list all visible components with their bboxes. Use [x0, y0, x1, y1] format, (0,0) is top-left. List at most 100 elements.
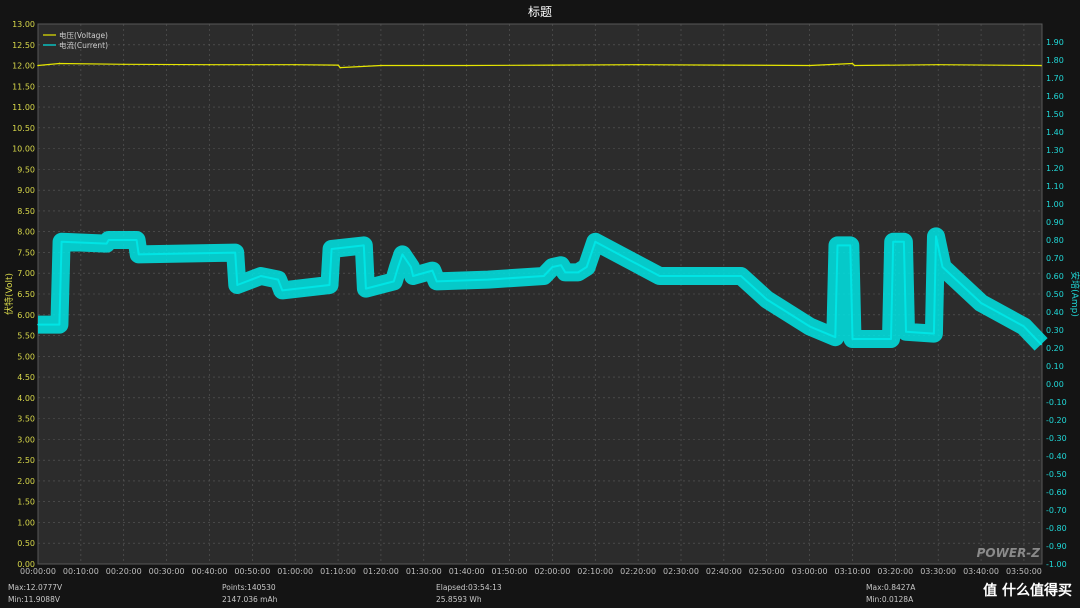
x-tick-label: 00:40:00 — [191, 567, 227, 576]
data-point-current — [58, 323, 61, 326]
y-tick-label: 8.50 — [17, 207, 35, 216]
y-tick-label: 7.50 — [17, 248, 35, 257]
y2-tick-label: -0.90 — [1046, 542, 1067, 551]
data-point-current — [560, 264, 562, 267]
x-tick-label: 03:30:00 — [920, 567, 956, 576]
y-tick-label: 13.00 — [12, 20, 35, 29]
y-tick-label: 0.50 — [17, 539, 35, 548]
y2-tick-label: 0.30 — [1046, 326, 1064, 335]
data-point-voltage — [337, 64, 339, 66]
x-tick-label: 02:00:00 — [534, 567, 570, 576]
data-point-voltage — [853, 64, 856, 67]
data-point-voltage — [937, 63, 939, 66]
stat-wh: 25.8593 Wh — [436, 595, 482, 604]
data-point-current — [1040, 343, 1042, 346]
data-point-current — [765, 298, 768, 301]
data-point-current — [105, 242, 108, 245]
data-point-current — [849, 244, 852, 247]
x-tick-label: 02:50:00 — [749, 567, 785, 576]
y2-tick-label: -1.00 — [1046, 560, 1067, 569]
data-point-current — [281, 289, 284, 292]
y2-tick-label: 0.60 — [1046, 272, 1064, 281]
y2-tick-label: 1.70 — [1046, 74, 1064, 83]
y-tick-label: 4.00 — [17, 394, 35, 403]
data-point-current — [585, 266, 588, 268]
y-tick-label: 5.00 — [17, 352, 35, 361]
stat-min-voltage: Min:11.9088V — [8, 595, 60, 604]
y2-tick-label: 1.20 — [1046, 164, 1064, 173]
data-point-current — [808, 325, 811, 328]
data-point-current — [836, 244, 839, 247]
y2-tick-label: 1.90 — [1046, 38, 1064, 47]
data-point-voltage — [851, 62, 854, 65]
data-point-voltage — [208, 63, 211, 66]
y2-tick-label: -0.70 — [1046, 506, 1067, 515]
data-point-current — [834, 336, 837, 339]
legend-label-current: 电流(Current) — [59, 40, 108, 50]
data-point-current — [37, 323, 39, 326]
x-tick-label: 01:10:00 — [320, 567, 356, 576]
data-point-voltage — [37, 64, 39, 67]
y2-tick-label: 0.40 — [1046, 308, 1064, 317]
data-point-voltage — [808, 64, 811, 67]
x-tick-label: 02:10:00 — [577, 567, 613, 576]
y2-tick-label: 1.30 — [1046, 146, 1064, 155]
y2-tick-label: 0.50 — [1046, 290, 1064, 299]
data-point-current — [727, 275, 729, 277]
data-point-current — [392, 280, 395, 283]
chart-canvas: 0.00 0.50 1.00 1.50 2.00 2.50 3.00 3.50 4.00 4.50… — [0, 0, 1080, 608]
data-point-current — [740, 275, 742, 277]
stat-max-current: Max:0.8427A — [866, 583, 916, 592]
data-point-voltage — [380, 64, 382, 67]
data-point-voltage — [465, 64, 468, 67]
data-point-current — [890, 338, 892, 340]
y-tick-label: 10.50 — [12, 124, 35, 133]
data-point-current — [362, 244, 365, 247]
data-point-current — [935, 235, 937, 238]
y-axis-label: 伏特(Volt) — [3, 273, 15, 315]
x-tick-label: 03:10:00 — [834, 567, 870, 576]
data-point-voltage — [339, 66, 342, 69]
y-tick-label: 8.00 — [17, 228, 35, 237]
x-tick-label: 03:40:00 — [963, 567, 999, 576]
y2-tick-label: -0.40 — [1046, 452, 1067, 461]
data-point-current — [564, 271, 567, 274]
data-point-current — [435, 280, 438, 283]
data-point-voltage — [551, 64, 554, 66]
y2-tick-label: -0.60 — [1046, 488, 1067, 497]
y-tick-label: 1.00 — [17, 518, 35, 527]
y-tick-label: 9.00 — [17, 186, 35, 195]
data-point-current — [137, 253, 140, 256]
y2-tick-label: 0.20 — [1046, 344, 1064, 353]
data-point-current — [594, 241, 597, 243]
y-tick-label: 9.50 — [17, 165, 35, 174]
y2-tick-label: 1.80 — [1046, 56, 1064, 65]
data-point-current — [933, 332, 935, 335]
y2-tick-label: 0.00 — [1046, 380, 1064, 389]
y-tick-label: 2.50 — [17, 456, 35, 465]
y-tick-label: 12.00 — [12, 62, 35, 71]
y2-tick-label: 1.10 — [1046, 182, 1064, 191]
data-point-current — [107, 239, 110, 241]
data-point-current — [980, 302, 982, 304]
stat-min-current: Min:0.0128A — [866, 595, 914, 604]
y2-tick-label: -0.20 — [1046, 416, 1067, 425]
y2-tick-label: -0.10 — [1046, 398, 1067, 407]
x-tick-label: 01:50:00 — [492, 567, 528, 576]
data-point-current — [401, 253, 404, 256]
y-tick-label: 3.50 — [17, 415, 35, 424]
data-point-current — [551, 266, 554, 268]
data-point-current — [543, 275, 545, 277]
y2-tick-label: -0.30 — [1046, 434, 1067, 443]
y-tick-label: 4.50 — [17, 373, 35, 382]
y2-tick-label: 0.10 — [1046, 362, 1064, 371]
x-tick-label: 00:50:00 — [234, 567, 270, 576]
data-point-voltage — [122, 63, 125, 66]
y-tick-label: 3.00 — [17, 435, 35, 444]
y2-tick-label: 0.70 — [1046, 254, 1064, 263]
stat-max-voltage: Max:12.0777V — [8, 583, 63, 592]
y2-tick-label: 1.40 — [1046, 128, 1064, 137]
watermark: POWER-Z — [977, 546, 1041, 560]
x-tick-label: 01:00:00 — [277, 567, 313, 576]
legend-label-voltage: 电压(Voltage) — [59, 30, 108, 40]
